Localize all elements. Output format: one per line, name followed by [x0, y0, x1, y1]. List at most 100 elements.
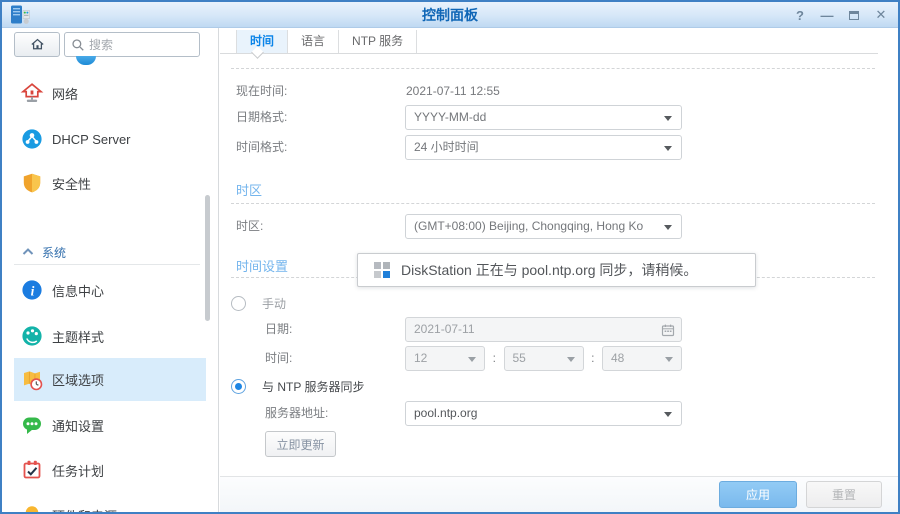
date-input-value: 2021-07-11 — [414, 322, 475, 336]
sidebar-item-label: 硬件和电源 — [52, 506, 117, 514]
sync-toast: DiskStation 正在与 pool.ntp.org 同步，请稍候。 — [357, 253, 756, 287]
search-input[interactable] — [89, 38, 189, 52]
server-address-value: pool.ntp.org — [414, 406, 477, 420]
update-now-button[interactable]: 立即更新 — [265, 431, 336, 457]
search-box — [64, 32, 200, 57]
timezone-label: 时区: — [236, 214, 263, 239]
chevron-up-icon — [21, 245, 35, 259]
time-format-select[interactable]: 24 小时时间 — [405, 135, 682, 160]
sidebar-divider — [14, 264, 200, 265]
time-separator: : — [591, 346, 594, 371]
current-time-label: 现在时间: — [236, 79, 287, 104]
time-format-label: 时间格式: — [236, 135, 287, 160]
sidebar-item-label: 区域选项 — [52, 370, 104, 389]
sidebar-item-security[interactable]: 安全性 — [2, 161, 204, 205]
time-separator: : — [493, 346, 496, 371]
minimize-icon[interactable]: — — [820, 8, 834, 23]
timezone-row: 时区: (GMT+08:00) Beijing, Chongqing, Hong… — [220, 214, 898, 239]
dhcp-icon — [20, 127, 44, 151]
sidebar-item-task-scheduler[interactable]: 任务计划 — [2, 448, 204, 492]
page-title: 控制面板 — [2, 2, 898, 28]
info-center-icon: i — [20, 278, 44, 302]
server-address-label: 服务器地址: — [265, 401, 328, 426]
server-address-row: 服务器地址: pool.ntp.org — [220, 401, 898, 426]
time-field-row: 时间: 12 : 55 : 48 — [220, 346, 898, 371]
sync-toast-message: DiskStation 正在与 pool.ntp.org 同步，请稍候。 — [401, 260, 697, 280]
sidebar-item-label: 通知设置 — [52, 416, 104, 435]
minute-value: 55 — [513, 351, 526, 365]
sidebar-group-system[interactable]: 系统 — [2, 238, 204, 266]
second-value: 48 — [611, 351, 624, 365]
time-format-value: 24 小时时间 — [414, 140, 479, 154]
close-icon[interactable]: ✕ — [874, 7, 888, 23]
chevron-down-icon — [664, 412, 672, 417]
theme-palette-icon — [20, 324, 44, 348]
time-format-row: 时间格式: 24 小时时间 — [220, 135, 898, 160]
chevron-down-icon — [567, 357, 575, 362]
chevron-down-icon — [665, 357, 673, 362]
sidebar-item-hardware-power[interactable]: 硬件和电源 — [2, 493, 204, 514]
ntp-sync-radio[interactable] — [231, 379, 246, 394]
help-icon[interactable]: ? — [793, 8, 807, 23]
date-field-row: 日期: 2021-07-11 — [220, 317, 898, 342]
timezone-select[interactable]: (GMT+08:00) Beijing, Chongqing, Hong Ko — [405, 214, 682, 239]
sidebar-item-theme-style[interactable]: 主题样式 — [2, 314, 204, 358]
tab-time[interactable]: 时间 — [236, 30, 288, 53]
timezone-value: (GMT+08:00) Beijing, Chongqing, Hong Ko — [414, 219, 643, 233]
calendar-icon — [661, 323, 675, 337]
home-icon — [29, 36, 46, 53]
sidebar-item-network[interactable]: 网络 — [2, 71, 204, 115]
sidebar-item-info-center[interactable]: i 信息中心 — [2, 268, 204, 312]
chevron-down-icon — [664, 116, 672, 121]
sidebar-item-label: 安全性 — [52, 174, 91, 193]
home-button[interactable] — [14, 32, 60, 57]
sidebar-item-notification[interactable]: 通知设置 — [2, 403, 204, 447]
content-pane: 时间 语言 NTP 服务 现在时间: 2021-07-11 12:55 日期格式… — [220, 28, 898, 512]
section-divider — [231, 203, 875, 204]
tabbar-underline — [220, 53, 878, 54]
sidebar-item-label: 主题样式 — [52, 327, 104, 346]
tab-language[interactable]: 语言 — [288, 30, 339, 53]
control-panel-window: 控制面板 ? — ✕ — [0, 0, 900, 514]
synology-logo-icon — [374, 262, 390, 278]
tab-ntp-service[interactable]: NTP 服务 — [339, 30, 417, 53]
current-time-row: 现在时间: 2021-07-11 12:55 — [220, 79, 898, 104]
date-format-label: 日期格式: — [236, 105, 287, 130]
sidebar-item-regional-options[interactable]: 区域选项 — [14, 358, 206, 401]
date-input: 2021-07-11 — [405, 317, 682, 342]
time-setting-section-title: 时间设置 — [236, 256, 288, 275]
maximize-icon[interactable] — [847, 8, 861, 23]
sidebar-group-label: 系统 — [42, 244, 66, 261]
date-format-select[interactable]: YYYY-MM-dd — [405, 105, 682, 130]
ntp-option-row: 与 NTP 服务器同步 — [220, 376, 364, 396]
hour-value: 12 — [414, 351, 427, 365]
sidebar-item-dhcp-server[interactable]: DHCP Server — [2, 117, 204, 161]
svg-text:i: i — [31, 284, 35, 299]
security-shield-icon — [20, 171, 44, 195]
server-address-select[interactable]: pool.ntp.org — [405, 401, 682, 426]
sidebar-scrollbar[interactable] — [205, 195, 210, 321]
chevron-down-icon — [664, 225, 672, 230]
scrolled-item-partial-icon — [76, 56, 96, 65]
ntp-sync-radio-label: 与 NTP 服务器同步 — [262, 378, 364, 395]
apply-button[interactable]: 应用 — [719, 481, 797, 508]
network-icon — [20, 81, 44, 105]
hardware-power-icon — [20, 503, 44, 514]
manual-option-row: 手动 — [220, 293, 286, 313]
date-field-label: 日期: — [265, 317, 292, 342]
section-divider — [231, 68, 875, 69]
sidebar: 网络 DHCP Server 安全性 系统 — [2, 28, 219, 512]
sidebar-item-label: DHCP Server — [52, 132, 131, 147]
manual-radio[interactable] — [231, 296, 246, 311]
timezone-section-title: 时区 — [236, 180, 262, 199]
tabbar: 时间 语言 NTP 服务 — [236, 30, 417, 53]
sidebar-item-label: 信息中心 — [52, 281, 104, 300]
second-select: 48 — [602, 346, 682, 371]
chevron-down-icon — [468, 357, 476, 362]
manual-radio-label: 手动 — [262, 295, 286, 312]
reset-button[interactable]: 重置 — [806, 481, 882, 508]
sidebar-item-label: 任务计划 — [52, 461, 104, 480]
current-time-value: 2021-07-11 12:55 — [406, 79, 500, 104]
search-icon — [71, 38, 85, 52]
date-format-value: YYYY-MM-dd — [414, 110, 486, 124]
